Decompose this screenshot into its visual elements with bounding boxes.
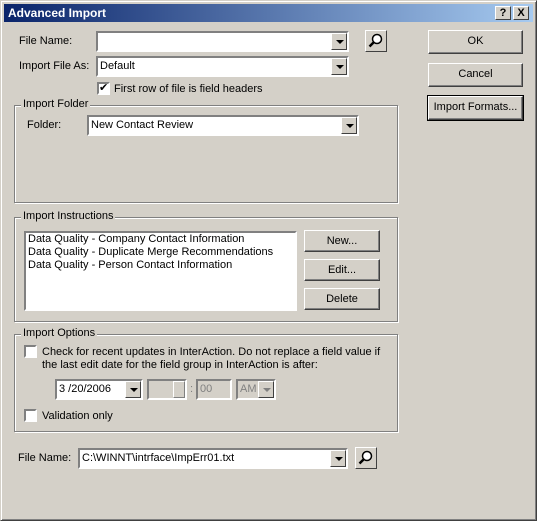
ok-label: OK [467, 35, 484, 47]
folder-value: New Contact Review [91, 119, 194, 131]
chevron-down-icon[interactable] [331, 58, 347, 75]
minute-field: 00 [196, 379, 232, 400]
advanced-import-dialog: Advanced Import ? X File Name: Import Fi… [0, 0, 537, 521]
folder-label: Folder: [27, 119, 62, 131]
file-name-label: File Name: [19, 35, 73, 47]
import-instructions-group-label: Import Instructions [21, 210, 116, 222]
error-file-combo[interactable]: C:\WINNT\intrface\ImpErr01.txt [78, 448, 348, 469]
ampm-value: AM [240, 383, 257, 395]
file-name-combo[interactable] [96, 31, 349, 52]
cancel-button[interactable]: Cancel [428, 63, 523, 87]
chevron-down-icon [258, 381, 274, 398]
new-instruction-label: New... [326, 235, 358, 247]
edit-instruction-button[interactable]: Edit... [304, 259, 380, 281]
new-instruction-button[interactable]: New... [304, 230, 380, 252]
minute-value: 00 [200, 383, 213, 395]
browse-file-button[interactable] [365, 30, 387, 52]
magnifier-icon [358, 450, 373, 465]
browse-error-file-button[interactable] [355, 447, 377, 469]
chevron-down-icon[interactable] [125, 381, 141, 398]
error-file-value: C:\WINNT\intrface\ImpErr01.txt [82, 452, 235, 464]
validation-label: Validation only [42, 410, 113, 422]
import-options-group-label: Import Options [21, 327, 98, 339]
delete-instruction-button[interactable]: Delete [304, 288, 380, 310]
instructions-list[interactable]: Data Quality - Company Contact Informati… [24, 231, 297, 311]
cancel-label: Cancel [458, 68, 493, 80]
check-updates-line1: Check for recent updates in InterAction.… [42, 346, 381, 358]
delete-instruction-label: Delete [326, 293, 358, 305]
date-value: 3 /20/2006 [59, 383, 111, 395]
magnifier-icon [368, 33, 383, 48]
chevron-down-icon[interactable] [341, 117, 357, 134]
hour-spinner [173, 381, 185, 398]
import-as-label: Import File As: [19, 60, 90, 72]
date-picker[interactable]: 3 /20/2006 [55, 379, 143, 400]
error-file-label: File Name: [18, 452, 72, 464]
check-updates-checkbox[interactable] [24, 345, 37, 358]
title-bar: Advanced Import ? X [4, 4, 533, 22]
import-formats-button[interactable]: Import Formats... [427, 95, 524, 121]
chevron-down-icon[interactable] [330, 450, 346, 467]
import-as-combo[interactable]: Default [96, 56, 349, 77]
ok-button[interactable]: OK [428, 30, 523, 54]
first-row-checkbox[interactable] [97, 81, 110, 95]
time-separator: : [190, 383, 194, 395]
window-title: Advanced Import [8, 6, 107, 20]
import-formats-label: Import Formats... [433, 101, 518, 113]
check-updates-line2: the last edit date for the field group i… [42, 359, 318, 371]
help-button[interactable]: ? [495, 6, 511, 20]
folder-combo[interactable]: New Contact Review [87, 115, 359, 136]
hour-field [147, 379, 187, 400]
validation-checkbox[interactable] [24, 409, 37, 422]
import-folder-group-label: Import Folder [21, 98, 91, 110]
list-item[interactable]: Data Quality - Duplicate Merge Recommend… [26, 246, 295, 259]
list-item[interactable]: Data Quality - Person Contact Informatio… [26, 259, 295, 272]
chevron-down-icon[interactable] [331, 33, 347, 50]
list-item[interactable]: Data Quality - Company Contact Informati… [26, 233, 295, 246]
close-button[interactable]: X [513, 6, 529, 20]
ampm-combo: AM [236, 379, 276, 400]
import-as-value: Default [100, 60, 135, 72]
first-row-label: First row of file is field headers [114, 83, 263, 95]
edit-instruction-label: Edit... [327, 264, 357, 276]
